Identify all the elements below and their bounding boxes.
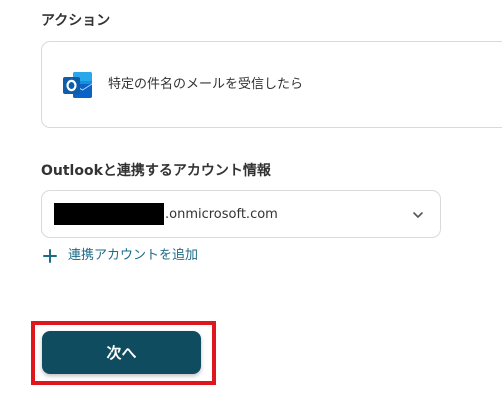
add-account-label: 連携アカウントを追加 xyxy=(68,248,199,263)
chevron-down-icon xyxy=(413,212,423,218)
action-trigger-text: 特定の件名のメールを受信したら xyxy=(108,77,304,92)
account-section-label: Outlookと連携するアカウント情報 xyxy=(41,163,271,179)
app-root: アクション 特定の件名のメールを受信したら Outlookと連携するアカウント情… xyxy=(0,0,502,409)
plus-icon xyxy=(43,249,57,263)
action-section-label: アクション xyxy=(41,13,111,29)
next-button[interactable]: 次へ xyxy=(42,331,201,374)
redacted-account-name xyxy=(54,203,164,225)
account-select[interactable]: .onmicrosoft.com xyxy=(41,190,441,238)
action-card[interactable]: 特定の件名のメールを受信したら xyxy=(41,41,502,128)
account-domain-text: .onmicrosoft.com xyxy=(165,207,278,222)
outlook-icon xyxy=(63,72,93,98)
add-account-link[interactable]: 連携アカウントを追加 xyxy=(42,246,198,266)
